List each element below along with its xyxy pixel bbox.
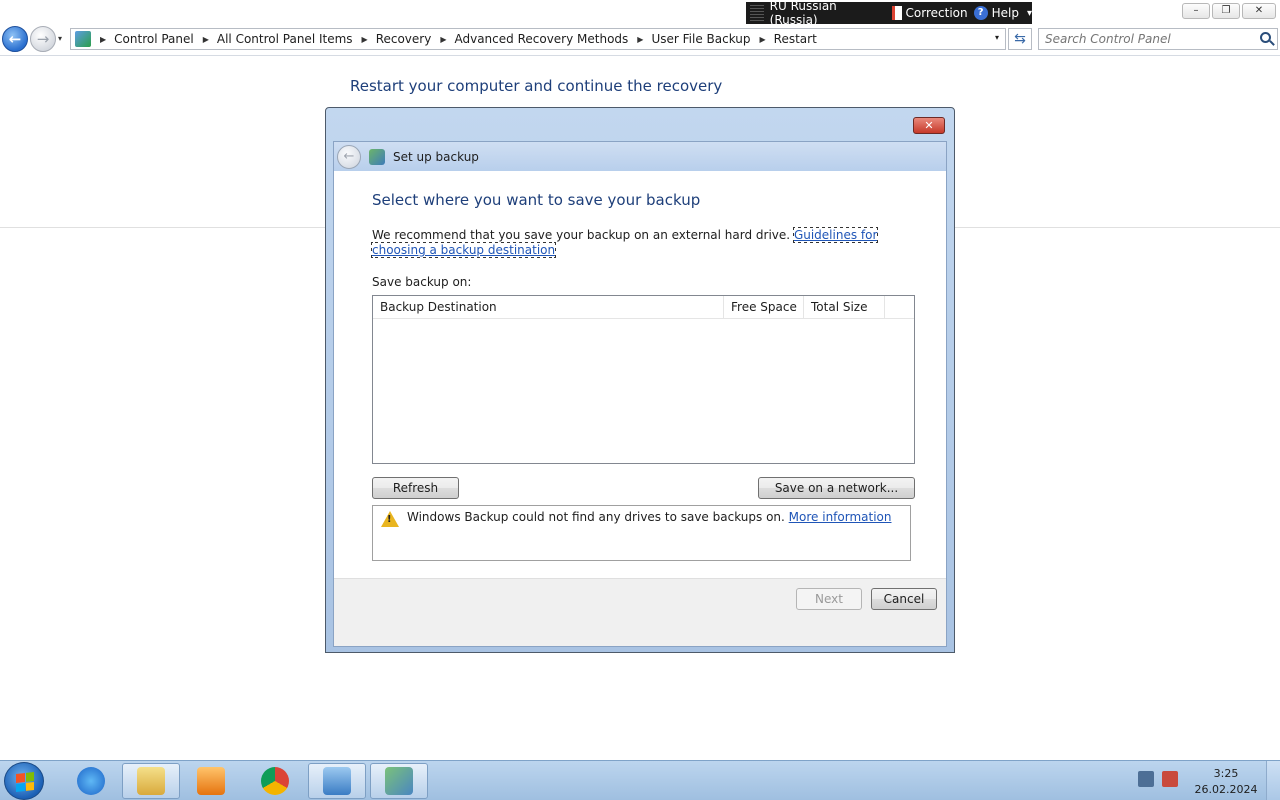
save-on-network-button[interactable]: Save on a network...	[758, 477, 915, 499]
search-input[interactable]	[1039, 29, 1249, 49]
taskbar-backup-and-restore[interactable]	[370, 763, 428, 799]
dialog-back-button[interactable]: ←	[337, 144, 361, 169]
warning-icon: !	[381, 511, 399, 527]
help-icon: ?	[973, 6, 988, 20]
dialog-titlebar: ← Set up backup	[334, 142, 946, 171]
dialog-footer: Next Cancel	[334, 578, 946, 646]
breadcrumb-all-items[interactable]: All Control Panel Items	[217, 32, 353, 46]
clock[interactable]: 3:25 26.02.2024	[1194, 766, 1258, 798]
dialog-heading: Select where you want to save your backu…	[372, 191, 701, 209]
correction-icon	[891, 6, 902, 20]
media-player-icon	[197, 767, 225, 795]
langbar-options-icon[interactable]: ▾	[1027, 8, 1032, 19]
language-bar: RU Russian (Russia) Correction ? Help ▾	[746, 0, 1032, 27]
volume-muted-icon[interactable]	[1162, 771, 1178, 787]
langbar-grip[interactable]	[750, 5, 764, 21]
restore-button[interactable]: ❐	[1212, 3, 1240, 19]
taskbar: 3:25 26.02.2024	[0, 760, 1280, 800]
setup-backup-dialog: ✕ ← Set up backup Select where you want …	[325, 107, 955, 653]
breadcrumb-separator-icon[interactable]: ▶	[637, 35, 643, 44]
page-title: Restart your computer and continue the r…	[350, 77, 723, 95]
warning-message: Windows Backup could not find any drives…	[407, 510, 892, 524]
control-panel-icon	[323, 767, 351, 795]
backup-restore-icon	[385, 767, 413, 795]
control-panel-icon	[75, 31, 91, 47]
recommendation-text: We recommend that you save your backup o…	[370, 227, 879, 258]
forward-button[interactable]: →	[30, 26, 56, 52]
backup-icon	[369, 148, 385, 165]
breadcrumb-control-panel[interactable]: Control Panel	[114, 32, 194, 46]
taskbar-media-player[interactable]	[182, 763, 240, 799]
navigation-bar: ← → ▾ ▶ Control Panel ▶ All Control Pane…	[0, 24, 1280, 54]
more-information-link[interactable]: More information	[789, 510, 892, 524]
breadcrumb-separator-icon[interactable]: ▶	[440, 35, 446, 44]
search-icon[interactable]	[1260, 32, 1271, 43]
folder-icon	[137, 767, 165, 795]
clock-date: 26.02.2024	[1194, 783, 1258, 796]
help-button[interactable]: ? Help	[973, 6, 1019, 20]
refresh-drives-button[interactable]: Refresh	[372, 477, 459, 499]
clock-time: 3:25	[1213, 767, 1239, 780]
list-header: Backup Destination Free Space Total Size	[373, 296, 914, 319]
address-dropdown-icon[interactable]: ▾	[995, 33, 999, 42]
show-desktop-button[interactable]	[1266, 761, 1280, 800]
next-button[interactable]: Next	[796, 588, 862, 610]
system-tray	[1138, 771, 1178, 787]
dialog-close-button[interactable]: ✕	[913, 117, 945, 134]
address-bar[interactable]: ▶ Control Panel ▶ All Control Panel Item…	[70, 28, 1006, 50]
network-icon[interactable]	[1138, 771, 1154, 787]
breadcrumb-advanced-recovery[interactable]: Advanced Recovery Methods	[454, 32, 628, 46]
windows-logo-icon	[16, 772, 34, 792]
dialog-body: ← Set up backup Select where you want to…	[333, 141, 947, 647]
back-button[interactable]: ←	[2, 26, 28, 52]
window-caption-buttons: – ❐ ✕	[1182, 3, 1276, 19]
breadcrumb-separator-icon[interactable]: ▶	[203, 35, 209, 44]
start-button[interactable]	[4, 762, 44, 800]
header-divider	[0, 55, 1280, 56]
dialog-title: Set up backup	[393, 149, 479, 164]
close-window-button[interactable]: ✕	[1242, 3, 1276, 19]
breadcrumb-separator-icon[interactable]: ▶	[100, 35, 106, 44]
internet-explorer-icon	[77, 767, 105, 795]
language-selector[interactable]: RU Russian (Russia)	[770, 0, 886, 27]
breadcrumb-user-file-backup[interactable]: User File Backup	[651, 32, 750, 46]
breadcrumb-separator-icon[interactable]: ▶	[362, 35, 368, 44]
column-header-free-space[interactable]: Free Space	[724, 296, 804, 318]
taskbar-internet-explorer[interactable]	[62, 763, 120, 799]
warning-box: ! Windows Backup could not find any driv…	[372, 505, 911, 561]
taskbar-windows-explorer[interactable]	[122, 763, 180, 799]
save-on-label: Save backup on:	[372, 275, 472, 289]
refresh-button[interactable]: ⇆	[1008, 28, 1032, 50]
taskbar-chrome[interactable]	[246, 763, 304, 799]
column-header-total-size[interactable]: Total Size	[804, 296, 885, 318]
correction-button[interactable]: Correction	[891, 6, 968, 20]
breadcrumb-separator-icon[interactable]: ▶	[760, 35, 766, 44]
breadcrumb-recovery[interactable]: Recovery	[376, 32, 432, 46]
backup-destination-list[interactable]: Backup Destination Free Space Total Size	[372, 295, 915, 464]
taskbar-control-panel[interactable]	[308, 763, 366, 799]
minimize-button[interactable]: –	[1182, 3, 1210, 19]
recent-pages-dropdown-icon[interactable]: ▾	[58, 34, 62, 43]
column-header-destination[interactable]: Backup Destination	[373, 296, 724, 318]
search-box	[1038, 28, 1278, 50]
chrome-icon	[261, 767, 289, 795]
cancel-button[interactable]: Cancel	[871, 588, 937, 610]
breadcrumb-restart[interactable]: Restart	[774, 32, 817, 46]
